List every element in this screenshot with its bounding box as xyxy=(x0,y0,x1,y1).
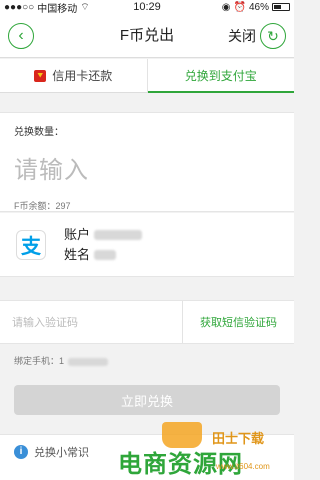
battery-percent: 46% xyxy=(248,1,269,13)
bind-phone-label: 绑定手机： xyxy=(14,356,60,366)
account-info: 账户 姓名 xyxy=(64,225,143,265)
amount-input[interactable]: 请输入 xyxy=(14,150,280,185)
status-bar: ●●●○○ 中国移动 ⌔ 10:29 ◉ ⏰ 46% xyxy=(0,0,294,15)
signal-icon: ●●●○○ xyxy=(4,1,35,13)
name-label: 姓名 xyxy=(64,246,91,262)
refresh-button[interactable]: ↻ xyxy=(260,23,286,49)
info-icon: i xyxy=(14,444,28,459)
status-left: ●●●○○ 中国移动 ⌔ xyxy=(4,0,90,15)
tab-exchange-alipay[interactable]: 兑换到支付宝 xyxy=(146,59,295,93)
close-button[interactable]: 关闭 xyxy=(228,14,256,58)
tips-row[interactable]: i 兑换小常识 xyxy=(0,434,294,480)
carrier-label: 中国移动 xyxy=(37,3,78,15)
alipay-logo-icon: 支 xyxy=(16,229,46,260)
name-row: 姓名 xyxy=(64,245,142,265)
tab-label: 信用卡还款 xyxy=(52,69,113,83)
lock-rotation-icon: ◉ xyxy=(221,1,231,13)
account-row: 账户 xyxy=(64,225,143,245)
verify-code-input[interactable]: 请输入验证码 xyxy=(0,314,182,330)
amount-label: 兑换数量： xyxy=(14,127,64,138)
account-redacted xyxy=(94,230,143,241)
alarm-icon: ⏰ xyxy=(233,1,246,13)
balance-text: F币余额：297 xyxy=(14,201,71,211)
bind-phone: 绑定手机：1 xyxy=(14,354,109,367)
verify-section: 请输入验证码 获取短信验证码 xyxy=(0,300,294,344)
tips-label: 兑换小常识 xyxy=(34,446,89,459)
wifi-icon: ⌔ xyxy=(80,1,90,13)
navbar: ‹ F币兑出 关闭 ↻ xyxy=(0,14,294,58)
tab-bar: 信用卡还款 兑换到支付宝 xyxy=(0,59,294,93)
tab-credit-card-repay[interactable]: 信用卡还款 xyxy=(0,59,147,92)
account-label: 账户 xyxy=(64,226,91,242)
status-right: ◉ ⏰ 46% xyxy=(222,2,290,13)
refresh-icon: ↻ xyxy=(267,27,279,44)
tab-label: 兑换到支付宝 xyxy=(184,69,257,83)
amount-section: 兑换数量： 请输入 F币余额：297 xyxy=(0,112,294,212)
get-sms-code-button[interactable]: 获取短信验证码 xyxy=(182,301,294,343)
phone-redacted xyxy=(68,357,109,366)
bind-phone-value: 1 xyxy=(59,356,65,366)
exchange-now-button[interactable]: 立即兑换 xyxy=(14,385,280,415)
name-redacted xyxy=(94,250,117,261)
credit-card-icon xyxy=(34,69,47,82)
battery-icon xyxy=(272,3,290,11)
alipay-account: 支 账户 姓名 xyxy=(0,213,294,277)
